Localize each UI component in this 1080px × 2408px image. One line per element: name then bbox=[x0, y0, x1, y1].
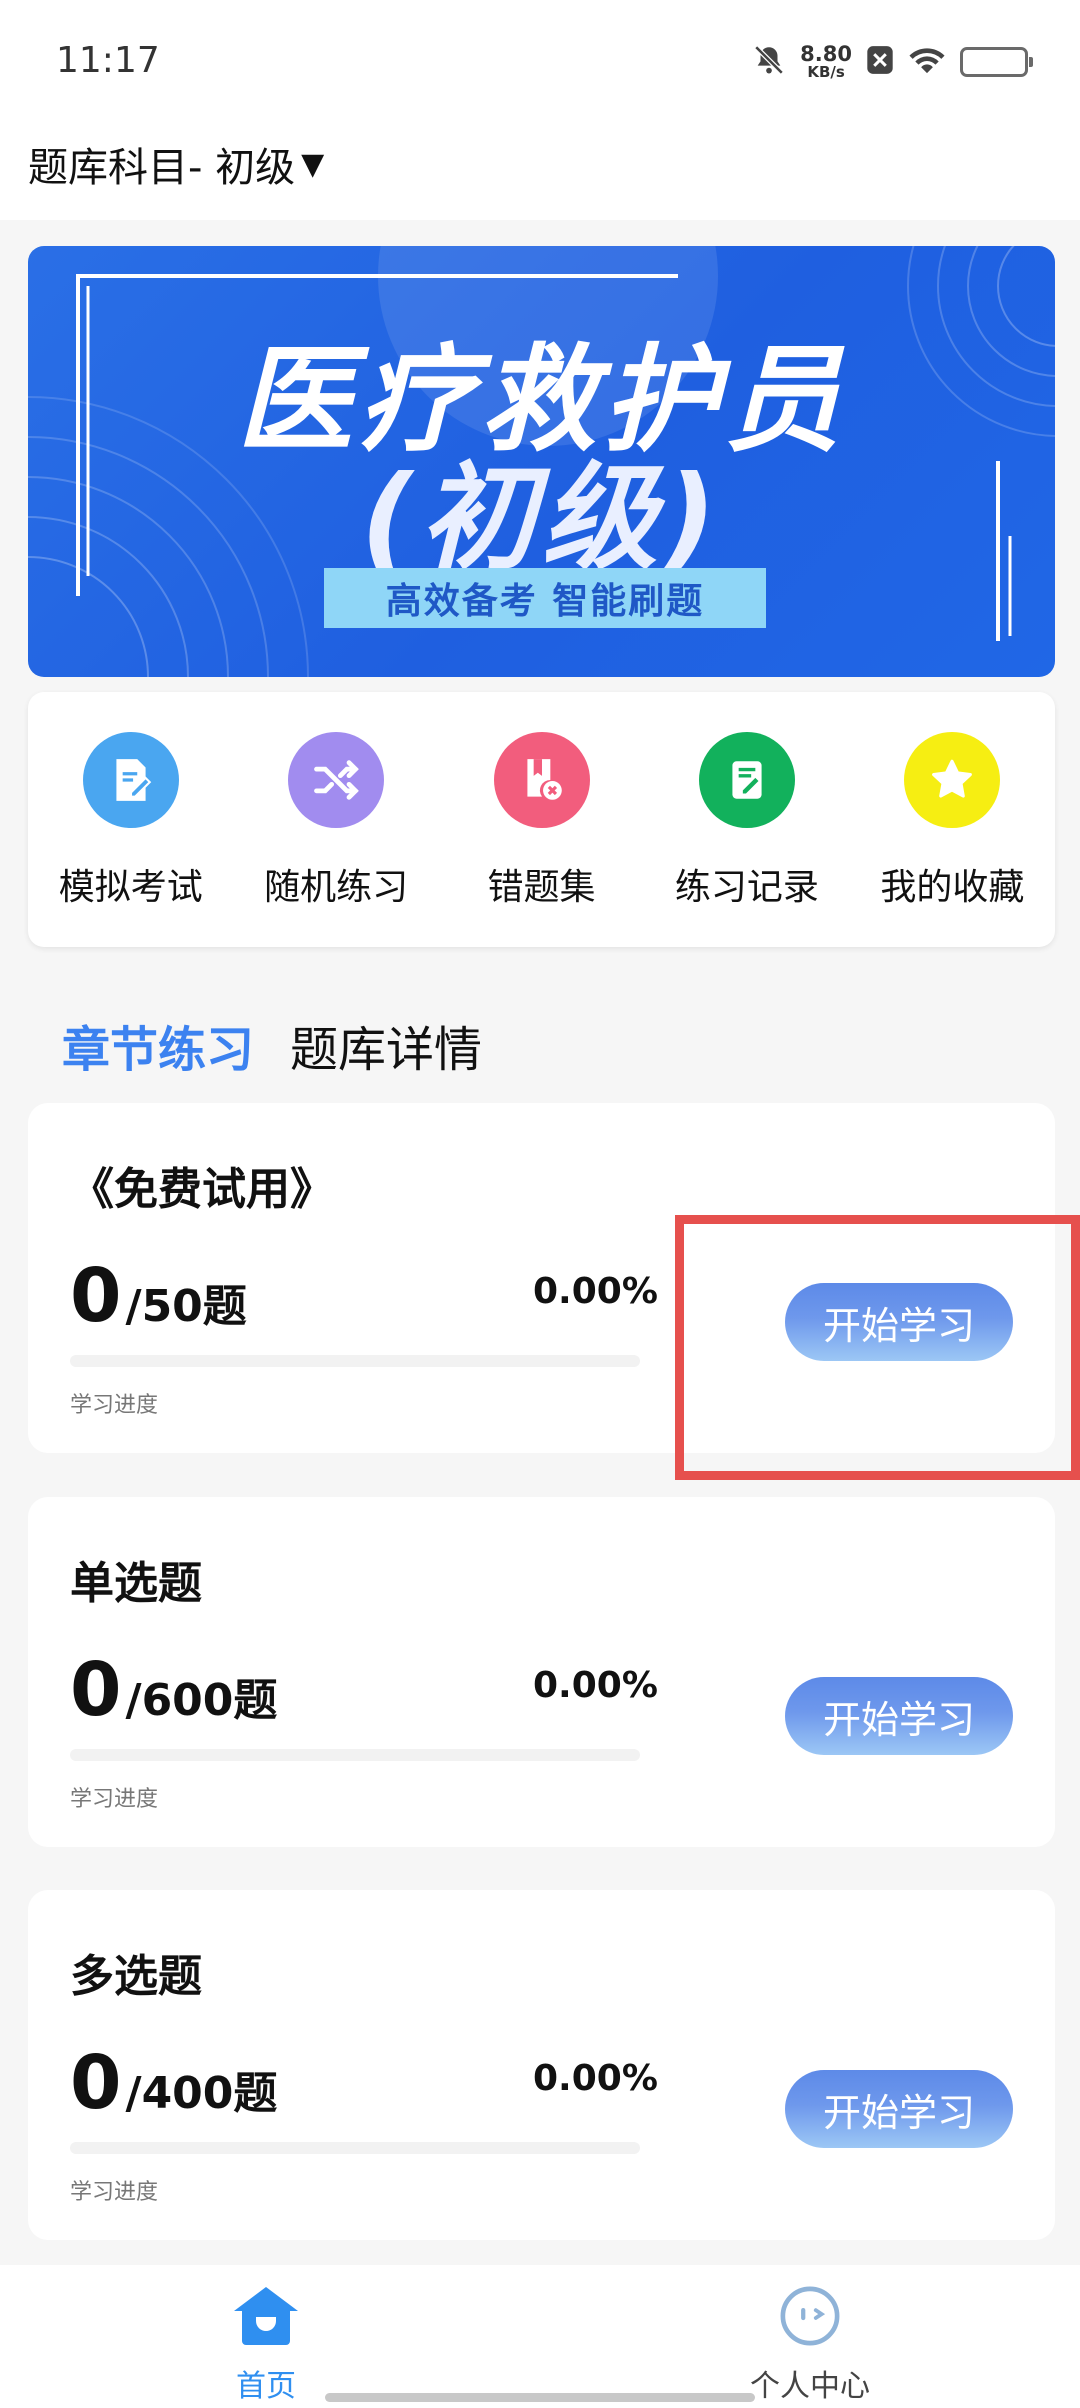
quick-action-label: 错题集 bbox=[487, 867, 596, 908]
nav-label: 个人中心 bbox=[750, 2369, 870, 2404]
bottom-nav: 首页 个人中心 bbox=[0, 2265, 1080, 2408]
status-time: 11:17 bbox=[56, 40, 160, 81]
quick-action-label: 随机练习 bbox=[264, 867, 409, 908]
quick-action-random-practice[interactable]: 随机练习 bbox=[233, 692, 438, 947]
banner-subtitle: (初级) bbox=[360, 451, 723, 586]
bell-off-icon bbox=[752, 43, 786, 81]
section-tabs: 章节练习 题库详情 bbox=[62, 1010, 482, 1080]
done-count: 0 bbox=[70, 1253, 122, 1339]
subject-label: 题库科目- 初级 bbox=[28, 145, 296, 191]
highlight-box bbox=[675, 1215, 1080, 1480]
progress-bar bbox=[70, 2142, 640, 2154]
section-card-multiple-choice[interactable]: 多选题 0 /400题 0.00% 学习进度 开始学习 bbox=[28, 1890, 1055, 2240]
tab-chapter-practice[interactable]: 章节练习 bbox=[62, 1010, 254, 1080]
banner-tagline: 高效备考 智能刷题 bbox=[324, 568, 766, 628]
section-title: 单选题 bbox=[70, 1558, 202, 1609]
progress-bar bbox=[70, 1355, 640, 1367]
question-count: 0 /400题 bbox=[70, 2040, 277, 2126]
quick-actions: 模拟考试 随机练习 错题集 练习记录 我的收藏 bbox=[28, 692, 1055, 947]
wrong-book-icon bbox=[493, 732, 590, 828]
total-count: /400题 bbox=[125, 2068, 278, 2119]
done-count: 0 bbox=[70, 1647, 122, 1733]
quick-action-wrong-questions[interactable]: 错题集 bbox=[439, 692, 644, 947]
nav-home[interactable]: 首页 bbox=[230, 2285, 302, 2405]
home-icon bbox=[230, 2285, 302, 2351]
quick-action-label: 练习记录 bbox=[674, 867, 819, 908]
section-card-single-choice[interactable]: 单选题 0 /600题 0.00% 学习进度 开始学习 bbox=[28, 1497, 1055, 1847]
profile-face-icon bbox=[779, 2285, 841, 2351]
nav-profile[interactable]: 个人中心 bbox=[750, 2285, 870, 2405]
start-study-button[interactable]: 开始学习 bbox=[785, 2070, 1013, 2148]
net-speed: 8.80 KB/s bbox=[800, 42, 852, 81]
progress-percent: 0.00% bbox=[533, 1665, 658, 1706]
progress-label: 学习进度 bbox=[70, 1393, 159, 1418]
question-count: 0 /600题 bbox=[70, 1647, 277, 1733]
progress-percent: 0.00% bbox=[533, 2058, 658, 2099]
close-box-icon bbox=[866, 45, 894, 79]
star-icon bbox=[904, 732, 1001, 828]
quick-action-favorites[interactable]: 我的收藏 bbox=[850, 692, 1055, 947]
promo-banner[interactable]: 医疗救护员 (初级) 高效备考 智能刷题 bbox=[28, 246, 1055, 677]
tab-bank-details[interactable]: 题库详情 bbox=[290, 1010, 482, 1080]
start-study-button[interactable]: 开始学习 bbox=[785, 1677, 1013, 1755]
exam-doc-icon bbox=[82, 732, 179, 828]
status-bar: 11:17 8.80 KB/s bbox=[0, 0, 1080, 125]
top-bar: 题库科目- 初级 ▼ bbox=[0, 125, 1080, 220]
done-count: 0 bbox=[70, 2040, 122, 2126]
progress-label: 学习进度 bbox=[70, 1787, 159, 1812]
caret-down-icon: ▼ bbox=[301, 146, 325, 182]
status-icons: 8.80 KB/s bbox=[752, 40, 1033, 84]
nav-label: 首页 bbox=[236, 2369, 296, 2404]
wifi-icon bbox=[908, 45, 946, 79]
quick-action-practice-record[interactable]: 练习记录 bbox=[644, 692, 849, 947]
shuffle-icon bbox=[288, 732, 385, 828]
progress-label: 学习进度 bbox=[70, 2180, 159, 2205]
progress-bar bbox=[70, 1749, 640, 1761]
home-indicator bbox=[325, 2393, 755, 2402]
section-title: 多选题 bbox=[70, 1951, 202, 2002]
section-title: 《免费试用》 bbox=[70, 1164, 334, 1215]
total-count: /600题 bbox=[125, 1675, 278, 1726]
quick-action-label: 我的收藏 bbox=[880, 867, 1025, 908]
battery-icon bbox=[960, 47, 1033, 77]
question-count: 0 /50题 bbox=[70, 1253, 247, 1339]
record-icon bbox=[698, 732, 795, 828]
total-count: /50题 bbox=[125, 1281, 247, 1332]
progress-percent: 0.00% bbox=[533, 1271, 658, 1312]
quick-action-label: 模拟考试 bbox=[58, 867, 203, 908]
subject-selector[interactable]: 题库科目- 初级 ▼ bbox=[28, 135, 324, 193]
quick-action-mock-exam[interactable]: 模拟考试 bbox=[28, 692, 233, 947]
